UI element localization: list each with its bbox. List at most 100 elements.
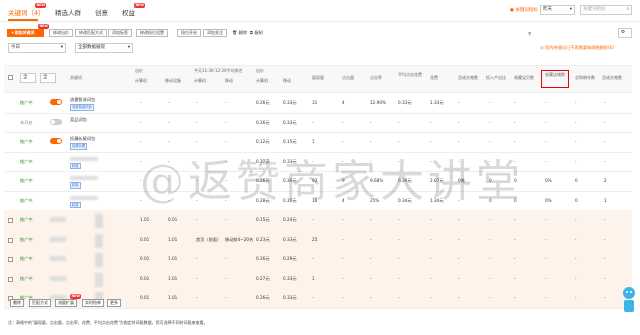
col-extra[interactable]: 总成交笔数 — [602, 75, 622, 81]
tab-keywords[interactable]: 关键词（4） — [8, 7, 45, 17]
row-cell-r2: - — [225, 256, 227, 261]
row-cell-c5: - — [575, 256, 577, 261]
add-tag-button[interactable]: 添加标签 — [108, 29, 132, 37]
row-cell-imp: - — [312, 119, 314, 125]
new-badge: NEW — [35, 3, 47, 8]
footer-expand-button[interactable]: 流量扩展 — [55, 299, 77, 307]
filter-icon[interactable]: ⚲ — [528, 31, 531, 36]
rank-enable-button[interactable]: 抢位开启 — [177, 29, 201, 37]
add-follow-button[interactable]: 添加关注 — [203, 29, 227, 37]
status-filter[interactable]: 全 — [20, 73, 36, 83]
row-cell-c6: - — [604, 119, 606, 125]
col-bid-mobile[interactable]: 移动设备 — [165, 78, 181, 84]
row-toggle[interactable] — [50, 99, 62, 105]
row-checkbox[interactable] — [8, 218, 13, 223]
row-cell-c5: - — [575, 100, 577, 105]
delete-action[interactable]: 🗑 删除 — [232, 30, 247, 36]
row-cell-c3: - — [514, 275, 516, 281]
select-all-checkbox[interactable] — [8, 75, 13, 80]
footer-more-button[interactable]: 更多 — [107, 299, 121, 307]
col-cost[interactable]: 花费 — [430, 75, 438, 81]
row-cell-c6: - — [604, 100, 606, 105]
recommend-link[interactable]: ◎ 您的关键词已不再需要每周晚删除(6) — [540, 45, 614, 51]
chevron-down-icon: ▾ — [127, 45, 130, 50]
row-toggle[interactable] — [50, 138, 62, 144]
row-cell-c5: - — [575, 217, 577, 222]
row-cell-r2: - — [225, 275, 227, 281]
footer-match-button[interactable]: 匹配方式 — [29, 299, 51, 307]
col-price-pc[interactable]: 计算机 — [256, 78, 268, 84]
row-cell-bid_m: 1.01 — [168, 275, 178, 281]
row-status: 推广中 — [20, 236, 33, 242]
col-keyword[interactable]: 关键词 — [70, 75, 82, 81]
row-cell-bid_pc: - — [140, 100, 142, 105]
row-checkbox[interactable] — [8, 237, 13, 243]
footer-delete-button[interactable]: 删除 — [10, 299, 24, 307]
copy-action[interactable]: ⧉ 复制 — [250, 30, 263, 36]
row-toggle[interactable] — [50, 118, 62, 125]
row-cell-p2: 0.33元 — [283, 236, 297, 242]
col-clicks[interactable]: 点击量 — [342, 75, 354, 81]
row-cell-c5: - — [575, 158, 577, 164]
col-fav-items[interactable]: 收藏宝贝数 — [514, 75, 534, 81]
row-cell-c6: - — [604, 295, 606, 300]
row-cell-imp: - — [312, 295, 314, 300]
sort-select[interactable]: 全部数据展现 ▾ — [75, 43, 133, 53]
row-status: 推广中 — [20, 139, 33, 144]
col-roi[interactable]: 投入产出比 — [486, 75, 506, 81]
col-cpc[interactable]: 平均点击花费 — [398, 72, 428, 78]
assistant-mascot-icon[interactable] — [621, 285, 637, 315]
col-cart[interactable]: 总购物车数 — [575, 75, 595, 81]
col-rank-mobile[interactable]: 移动 — [225, 78, 233, 84]
col-bid-pc[interactable]: 计算机 — [135, 78, 147, 84]
row-checkbox[interactable] — [8, 276, 13, 282]
row-checkbox[interactable] — [8, 257, 13, 262]
row-cell-c3: - — [514, 256, 516, 261]
modify-match-button[interactable]: 修改匹配方式 — [75, 29, 107, 37]
row-cell-bid_pc: 0.01 — [140, 236, 150, 242]
row-cell-c1: - — [458, 139, 460, 144]
row-cell-r2: - — [225, 100, 227, 105]
search-icon: ⌕ — [626, 7, 629, 12]
col-rank-pc[interactable]: 计算机 — [194, 78, 206, 84]
row-cell-clk: - — [342, 119, 344, 125]
row-cell-bid_pc: 1.01 — [140, 217, 150, 222]
col-price-mobile[interactable]: 移动 — [283, 78, 291, 84]
tab-audience[interactable]: 精选人群 — [55, 7, 81, 17]
row-cell-bid_pc: - — [140, 119, 142, 125]
row-cell-bid_m: - — [168, 100, 170, 105]
row-cell-bid_pc: 0.01 — [140, 295, 150, 300]
row-cell-imp: 1 — [312, 275, 315, 281]
switch-filter[interactable]: 全 — [40, 73, 56, 83]
row-cell-cost: 1.33元 — [430, 100, 444, 105]
row-cell-cpc: - — [398, 295, 400, 300]
col-ctr[interactable]: 点击率 — [370, 75, 382, 81]
col-impressions[interactable]: 展现量 — [312, 75, 324, 81]
keyword-metrics-help[interactable]: ● 关键词指标 — [510, 7, 538, 13]
modify-bid-button[interactable]: 修改出价 — [49, 29, 73, 37]
filter-select[interactable]: 今日 ▾ — [8, 43, 66, 53]
row-tag: 精准 — [70, 182, 81, 189]
row-cell-c4: - — [545, 275, 547, 281]
row-image-placeholder — [50, 275, 66, 281]
row-keyword-name[interactable]: 竞品词包 — [70, 117, 87, 123]
add-keyword-button[interactable]: +添加关键词 — [7, 29, 44, 37]
row-cell-r2: 移动前4~20名 — [225, 236, 253, 242]
row-keyword-name[interactable]: 捡漏长尾词包 — [70, 136, 95, 142]
row-cell-c6: - — [604, 275, 606, 281]
row-cell-cpc: - — [398, 119, 400, 125]
col-orders[interactable]: 总成交笔数 — [458, 75, 478, 81]
tab-creative[interactable]: 创意 — [95, 7, 108, 17]
rank-setting-button[interactable]: 修改抢位设置 — [136, 29, 168, 37]
new-badge: NEW — [134, 3, 146, 8]
footer-realtime-button[interactable]: 实时抢单 — [82, 299, 104, 307]
date-select[interactable]: 昨天 ▾ — [540, 5, 575, 15]
row-cell-ctr: 12.90% — [370, 100, 386, 105]
row-keyword-name[interactable]: 流量智选词包 — [70, 97, 95, 103]
row-keyword-blurred — [70, 156, 98, 161]
settings-gear-icon[interactable]: ⚙ — [618, 28, 632, 38]
search-input[interactable]: 关键词指标 ⌕ — [580, 5, 632, 15]
tab-rights[interactable]: 权益 — [122, 7, 135, 17]
row-cell-imp: 25 — [312, 236, 318, 242]
row-cell-cost: - — [430, 217, 432, 222]
